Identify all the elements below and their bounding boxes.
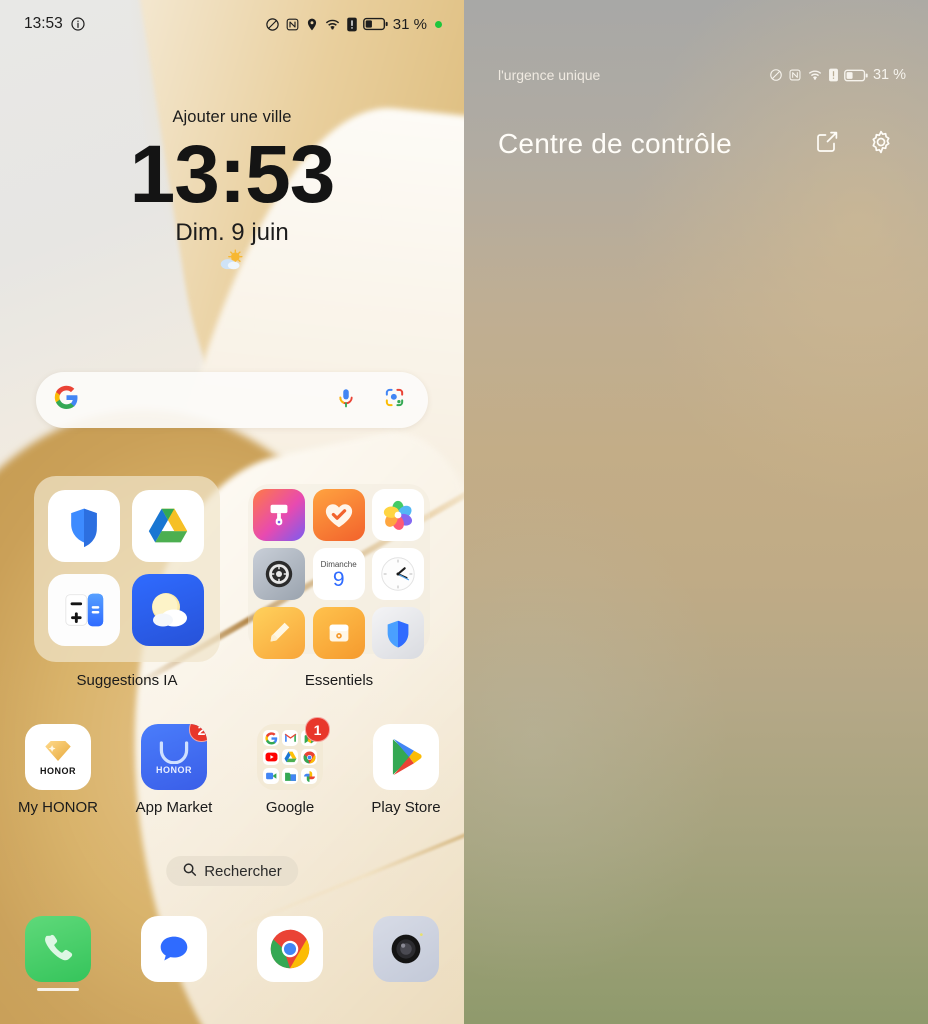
dnd-icon	[265, 17, 280, 32]
dnd-icon	[769, 68, 783, 82]
wifi-icon	[807, 68, 823, 82]
battery-icon	[844, 69, 868, 82]
gmail-icon	[282, 730, 298, 746]
app-icon-drive[interactable]	[132, 490, 204, 562]
meet-icon	[263, 768, 279, 784]
google-search-icon	[263, 730, 279, 746]
camera-icon	[391, 933, 423, 964]
nfc-icon	[285, 17, 300, 32]
honor-diamond-icon	[45, 741, 71, 761]
google-lens-icon[interactable]	[383, 386, 406, 414]
youtube-icon	[263, 749, 279, 765]
nfc-icon	[788, 68, 802, 82]
app-label: Google	[265, 799, 315, 816]
clock-date: Dim. 9 juin	[175, 219, 289, 246]
app-icon-gestionnaire[interactable]	[48, 490, 120, 562]
dock	[0, 916, 464, 991]
battery-icon	[362, 17, 388, 31]
app-icon-meteo[interactable]	[132, 574, 204, 646]
sun-behind-cloud-icon	[0, 249, 464, 277]
dock-app-camera[interactable]	[348, 916, 464, 991]
sim-alert-icon	[828, 68, 839, 82]
battery-percent: 31 %	[392, 15, 427, 33]
add-city-label[interactable]: Ajouter une ville	[0, 108, 464, 127]
app-icon-fichiers[interactable]	[312, 607, 365, 659]
app-label: Play Store	[371, 799, 441, 816]
honor-bag-icon	[159, 740, 189, 764]
badge-count: 1	[305, 717, 330, 742]
app-row: HONOR My HONOR HONOR 2 App Market 1 Goog…	[0, 717, 464, 816]
page-title: Centre de contrôle	[498, 128, 732, 159]
app-icon-notes[interactable]	[253, 607, 305, 659]
home-status-bar: 13:53 31 %	[0, 0, 464, 48]
control-center-header: Centre de contrôle	[498, 128, 894, 160]
phone-icon	[45, 934, 73, 961]
control-center-status-bar: l'urgence unique 31 %	[464, 58, 928, 92]
dock-app-phone[interactable]	[0, 916, 116, 991]
chrome-icon	[301, 749, 317, 765]
phone-screenshot-pair: 13:53 31 % Ajouter une ville 13:53 Dim. …	[0, 0, 928, 1024]
app-icon-horloge[interactable]	[372, 548, 425, 600]
sim-alert-icon	[346, 17, 358, 32]
folder-label-essentiels: Essentiels	[304, 672, 374, 689]
folder-label-suggestions-ia: Suggestions IA	[76, 672, 178, 689]
search-icon	[182, 862, 197, 881]
photos-drive-icon	[282, 768, 298, 784]
google-search-bar[interactable]	[36, 372, 428, 428]
app-my-honor[interactable]: HONOR My HONOR	[0, 724, 116, 816]
control-center: l'urgence unique 31 % Centre de contrôle	[464, 0, 928, 1024]
carrier-label: l'urgence unique	[498, 67, 601, 83]
app-play-store[interactable]: Play Store	[348, 724, 464, 816]
app-icon-securite[interactable]	[372, 607, 425, 659]
home-search-label: Rechercher	[204, 862, 282, 880]
folder-suggestions-ia[interactable]	[34, 476, 220, 662]
app-icon-galerie[interactable]	[372, 489, 425, 541]
calendar-day-number: 9	[332, 567, 345, 591]
app-app-market[interactable]: HONOR 2 App Market	[116, 724, 232, 816]
photos-icon	[301, 768, 317, 784]
clock-widget[interactable]: Ajouter une ville 13:53 Dim. 9 juin	[0, 108, 464, 277]
honor-wordmark: HONOR	[40, 766, 76, 776]
recording-indicator-dot	[435, 20, 442, 28]
drive-icon	[282, 749, 298, 765]
status-time: 13:53	[24, 15, 63, 32]
app-icon-parametres[interactable]	[253, 548, 305, 600]
chrome-icon	[270, 929, 310, 969]
app-icon-sante[interactable]	[312, 489, 365, 541]
dock-app-chrome[interactable]	[232, 916, 348, 991]
honor-wordmark: HONOR	[156, 764, 192, 775]
running-indicator	[37, 988, 79, 991]
location-icon	[305, 17, 319, 32]
home-search-pill[interactable]: Rechercher	[166, 856, 298, 886]
messages-icon	[160, 936, 188, 961]
folder-essentiels[interactable]: Dimanche 9	[248, 484, 430, 659]
battery-percent: 31 %	[872, 67, 906, 83]
app-icon-calculatrice[interactable]	[48, 574, 120, 646]
app-icon-calendrier[interactable]: Dimanche 9	[312, 548, 365, 600]
clock-time: 13:53	[129, 129, 336, 220]
info-circle-icon	[70, 16, 86, 32]
dock-app-messages[interactable]	[116, 916, 232, 991]
play-store-icon	[392, 738, 422, 776]
wifi-icon	[324, 17, 341, 32]
app-folder-google[interactable]: 1 Google	[232, 717, 348, 816]
app-label: My HONOR	[18, 799, 98, 816]
app-label: App Market	[135, 799, 213, 816]
gear-icon[interactable]	[868, 129, 894, 160]
app-icon-themes[interactable]	[253, 489, 305, 541]
edit-square-icon[interactable]	[814, 129, 840, 160]
home-screen: 13:53 31 % Ajouter une ville 13:53 Dim. …	[0, 0, 464, 1024]
microphone-icon[interactable]	[335, 387, 357, 414]
google-g-icon	[54, 385, 79, 415]
